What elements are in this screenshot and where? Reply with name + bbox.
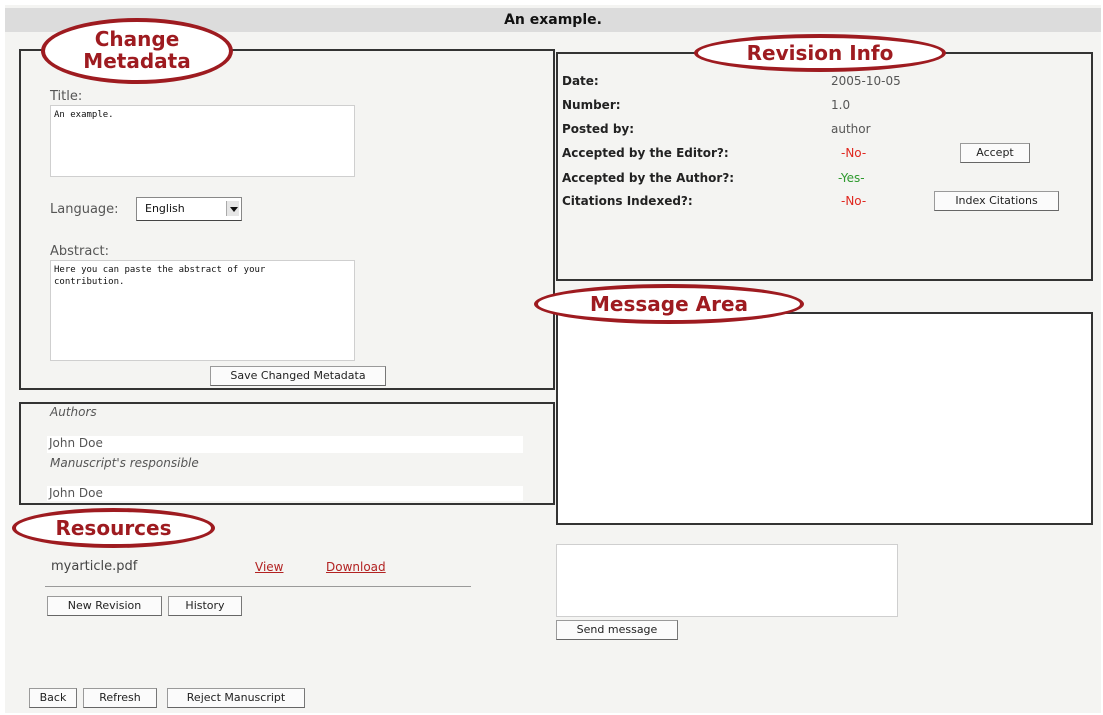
resources-callout: Resources (12, 508, 215, 548)
title-field[interactable]: An example. (50, 105, 355, 177)
message-area-callout: Message Area (534, 284, 804, 324)
author-name: John Doe (47, 436, 523, 453)
abstract-field[interactable]: Here you can paste the abstract of your … (50, 260, 355, 361)
authors-heading: Authors (50, 405, 97, 419)
revision-info-value: -No- (841, 194, 867, 208)
send-message-button[interactable]: Send message (556, 620, 678, 640)
title-label: Title: (50, 89, 83, 104)
revision-info-label: Accepted by the Author?: (562, 171, 735, 185)
back-button[interactable]: Back (29, 688, 77, 708)
revision-info-label: Accepted by the Editor?: (562, 146, 729, 160)
language-select[interactable]: English (136, 197, 242, 221)
chevron-down-icon (226, 201, 239, 216)
index-citations-button[interactable]: Index Citations (934, 191, 1059, 211)
language-label: Language: (50, 202, 119, 217)
revision-info-value: 1.0 (831, 98, 851, 112)
change-metadata-callout: Change Metadata (41, 18, 233, 84)
resource-file-name: myarticle.pdf (51, 559, 138, 574)
view-link[interactable]: View (255, 560, 283, 574)
revision-info-value: 2005-10-05 (831, 74, 901, 88)
revision-info-panel (556, 52, 1093, 281)
history-button[interactable]: History (168, 596, 242, 616)
page: An example. Title: An example. Language:… (5, 5, 1101, 713)
abstract-label: Abstract: (50, 244, 109, 259)
revision-info-callout: Revision Info (694, 34, 946, 72)
save-metadata-button[interactable]: Save Changed Metadata (210, 366, 386, 386)
revision-info-label: Posted by: (562, 122, 635, 136)
revision-info-value: -No- (841, 146, 867, 160)
new-revision-button[interactable]: New Revision (47, 596, 162, 616)
revision-info-value: author (831, 122, 871, 136)
refresh-button[interactable]: Refresh (83, 688, 157, 708)
download-link[interactable]: Download (326, 560, 386, 574)
revision-info-label: Date: (562, 74, 599, 88)
resources-divider (45, 586, 471, 587)
accept-button[interactable]: Accept (960, 143, 1030, 163)
reject-manuscript-button[interactable]: Reject Manuscript (167, 688, 305, 708)
responsible-heading: Manuscript's responsible (50, 456, 199, 470)
change-metadata-callout-label: Change Metadata (83, 27, 191, 73)
revision-info-label: Citations Indexed?: (562, 194, 693, 208)
language-value: English (145, 202, 185, 215)
message-input[interactable] (556, 544, 898, 617)
responsible-name: John Doe (47, 486, 523, 501)
revision-info-value: -Yes- (838, 171, 865, 185)
message-log (556, 312, 1093, 525)
revision-info-label: Number: (562, 98, 621, 112)
